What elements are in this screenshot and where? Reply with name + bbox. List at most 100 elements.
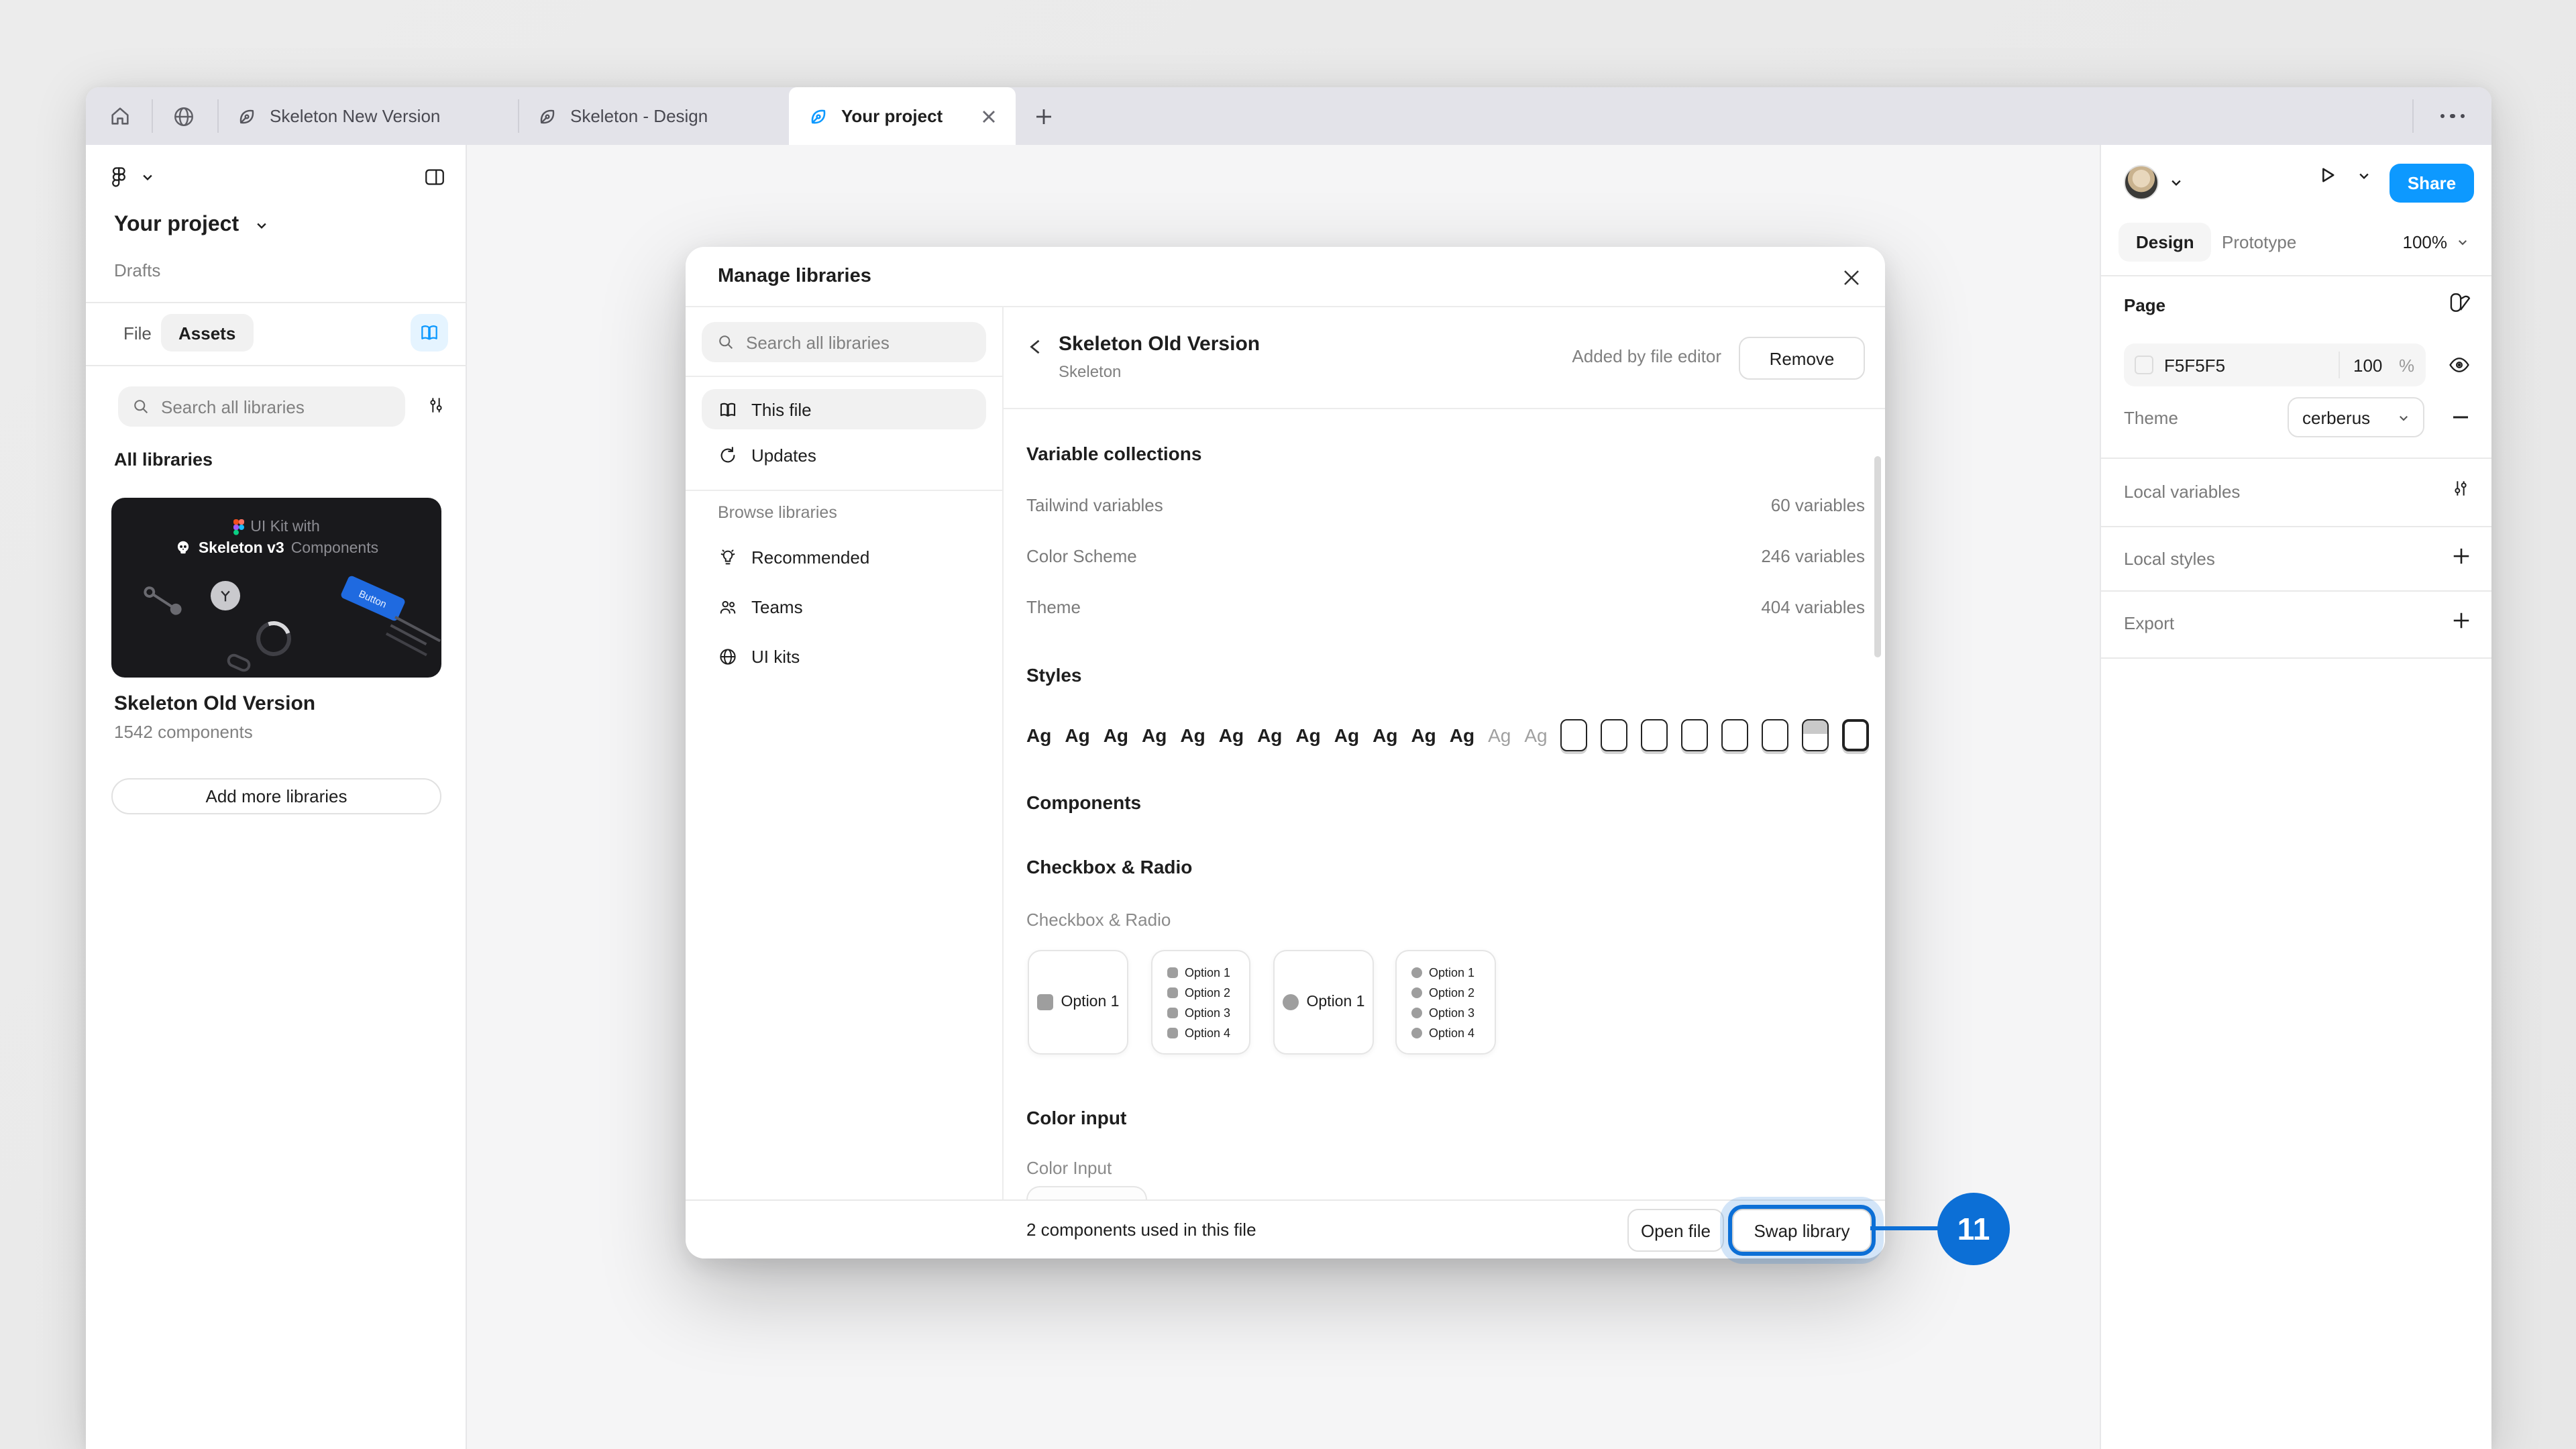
text-style-sample[interactable]: Ag [1450,724,1474,746]
figma-logo-mini-icon [233,519,244,535]
ellipsis-icon [2440,114,2465,119]
nav-label: Recommended [751,547,869,567]
option-label: Option 4 [1185,1026,1230,1039]
nav-updates[interactable]: Updates [702,435,986,475]
close-tab-icon[interactable] [981,108,997,124]
chevron-down-icon[interactable] [2169,176,2183,189]
avatar[interactable] [2124,165,2159,200]
modal-library-subtitle: Skeleton [1059,362,1121,381]
text-style-sample[interactable]: Ag [1411,724,1436,746]
open-variables-button[interactable] [2450,478,2471,499]
library-button[interactable] [411,314,448,352]
color-style-swatch[interactable] [1682,719,1709,751]
page-opacity-value[interactable]: 100 [2353,356,2382,376]
theme-select[interactable]: cerberus [2288,397,2424,437]
checkbox-icon [1167,1007,1178,1018]
option-label: Option 1 [1307,994,1365,1010]
add-more-libraries-button[interactable]: Add more libraries [111,778,441,814]
checkbox-icon [1167,987,1178,998]
color-style-swatch[interactable] [1642,719,1668,751]
text-style-sample[interactable]: Ag [1026,724,1051,746]
divider [1002,408,1885,409]
page-color-row[interactable]: F5F5F5 100 % [2124,343,2426,386]
desktop-background: Skeleton New Version Skeleton - Design Y… [0,0,2576,1449]
toggle-sidebar-button[interactable] [423,165,447,189]
color-style-swatch[interactable] [1601,719,1628,751]
open-file-button[interactable]: Open file [1627,1209,1724,1252]
tab-prototype[interactable]: Prototype [2222,232,2296,252]
users-icon [718,596,738,616]
option-label: Option 1 [1185,965,1230,979]
modal-search-placeholder: Search all libraries [746,332,890,352]
text-style-sample[interactable]: Ag [1219,724,1244,746]
text-style-sample[interactable]: Ag [1334,724,1359,746]
text-style-sample[interactable]: Ag [1065,724,1089,746]
zoom-control[interactable]: 100% [2403,232,2469,252]
text-style-sample[interactable]: Ag [1104,724,1128,746]
nav-this-file[interactable]: This file [702,389,986,429]
window-menu-button[interactable] [2426,87,2479,145]
search-input[interactable]: Search all libraries [118,386,405,427]
text-style-sample[interactable]: Ag [1295,724,1320,746]
swatchbook-icon[interactable] [2446,290,2471,315]
tab-skeleton-new-version[interactable]: Skeleton New Version [217,87,518,145]
color-style-swatch[interactable] [1561,719,1588,751]
main-menu-button[interactable] [107,165,154,189]
swap-library-button[interactable]: Swap library [1732,1209,1872,1252]
color-chip [2135,356,2153,374]
divider [686,376,1002,377]
text-style-sample[interactable]: Ag [1524,724,1547,746]
chevron-down-icon [2457,236,2469,248]
option-label: Option 1 [1061,994,1120,1010]
option-label: Option 4 [1429,1026,1474,1039]
nav-ui-kits[interactable]: UI kits [702,636,986,676]
component-radio-group[interactable]: Option 1 Option 2 Option 3 Option 4 [1395,950,1496,1055]
text-style-sample[interactable]: Ag [1373,724,1397,746]
add-export-button[interactable] [2451,610,2471,631]
eye-icon [2447,353,2471,377]
chevron-left-icon [1027,337,1042,355]
tab-design[interactable]: Design [2118,223,2212,262]
nav-label: This file [751,399,812,419]
text-style-sample[interactable]: Ag [1488,724,1511,746]
tab-skeleton-design[interactable]: Skeleton - Design [518,87,789,145]
component-checkbox-single[interactable]: Option 1 [1028,950,1128,1055]
component-radio-single[interactable]: Option 1 [1273,950,1374,1055]
chevron-down-icon[interactable] [255,219,268,232]
text-style-sample[interactable]: Ag [1257,724,1282,746]
components-heading: Components [1026,792,1141,813]
library-card-cover[interactable]: UI Kit with Skeleton v3 Components [111,498,441,678]
skull-icon [174,539,192,557]
back-button[interactable] [1024,333,1045,360]
text-style-sample[interactable]: Ag [1180,724,1205,746]
share-button[interactable]: Share [2390,164,2474,203]
present-play-icon[interactable] [2316,164,2339,186]
community-button[interactable] [161,87,207,145]
home-button[interactable] [97,87,142,145]
color-style-swatch[interactable] [1803,719,1829,751]
tab-your-project[interactable]: Your project [789,87,1016,145]
remove-button[interactable]: Remove [1739,337,1865,380]
nav-recommended[interactable]: Recommended [702,537,986,577]
filter-button[interactable] [425,394,447,416]
nav-teams[interactable]: Teams [702,586,986,627]
add-style-button[interactable] [2451,546,2471,566]
new-tab-button[interactable] [1022,87,1065,145]
visibility-button[interactable] [2447,353,2471,377]
key-decoration [211,581,240,610]
modal-search-input[interactable]: Search all libraries [702,322,986,362]
color-style-swatch[interactable] [1843,719,1870,751]
remove-theme-button[interactable] [2450,407,2471,428]
close-modal-button[interactable] [1837,263,1866,292]
page-color-value[interactable]: F5F5F5 [2164,356,2225,376]
tab-assets[interactable]: Assets [161,314,253,352]
color-style-swatch[interactable] [1762,719,1789,751]
color-style-swatch[interactable] [1722,719,1749,751]
component-checkbox-group[interactable]: Option 1 Option 2 Option 3 Option 4 [1151,950,1250,1055]
modal-scrollbar[interactable] [1874,456,1881,657]
tab-file[interactable]: File [123,323,152,343]
book-open-icon [718,399,738,419]
field-separator [2339,352,2340,378]
chevron-down-icon[interactable] [2357,168,2371,182]
text-style-sample[interactable]: Ag [1142,724,1167,746]
